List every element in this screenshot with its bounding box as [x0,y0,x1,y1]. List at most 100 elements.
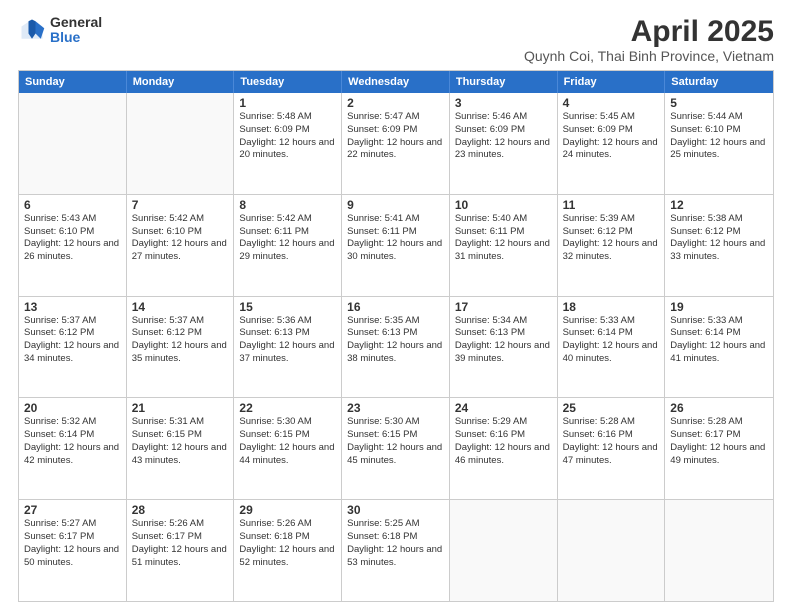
calendar-cell: 5Sunrise: 5:44 AM Sunset: 6:10 PM Daylig… [665,93,773,194]
calendar-cell: 11Sunrise: 5:39 AM Sunset: 6:12 PM Dayli… [558,195,666,296]
header: General Blue April 2025 Quynh Coi, Thai … [18,15,774,64]
day-number: 2 [347,96,444,110]
calendar-cell: 13Sunrise: 5:37 AM Sunset: 6:12 PM Dayli… [19,297,127,398]
day-number: 7 [132,198,229,212]
calendar-cell: 20Sunrise: 5:32 AM Sunset: 6:14 PM Dayli… [19,398,127,499]
cell-info: Sunrise: 5:45 AM Sunset: 6:09 PM Dayligh… [563,111,660,162]
day-number: 11 [563,198,660,212]
header-cell-sunday: Sunday [19,71,127,93]
day-number: 21 [132,401,229,415]
cell-info: Sunrise: 5:42 AM Sunset: 6:11 PM Dayligh… [239,213,336,264]
calendar-row: 6Sunrise: 5:43 AM Sunset: 6:10 PM Daylig… [19,194,773,296]
calendar-cell [19,93,127,194]
calendar-cell: 19Sunrise: 5:33 AM Sunset: 6:14 PM Dayli… [665,297,773,398]
calendar-cell: 4Sunrise: 5:45 AM Sunset: 6:09 PM Daylig… [558,93,666,194]
calendar-title: April 2025 [524,15,774,48]
calendar-cell: 2Sunrise: 5:47 AM Sunset: 6:09 PM Daylig… [342,93,450,194]
header-cell-tuesday: Tuesday [234,71,342,93]
calendar-row: 27Sunrise: 5:27 AM Sunset: 6:17 PM Dayli… [19,499,773,601]
calendar-row: 20Sunrise: 5:32 AM Sunset: 6:14 PM Dayli… [19,397,773,499]
calendar-cell: 23Sunrise: 5:30 AM Sunset: 6:15 PM Dayli… [342,398,450,499]
day-number: 10 [455,198,552,212]
day-number: 9 [347,198,444,212]
calendar-cell: 10Sunrise: 5:40 AM Sunset: 6:11 PM Dayli… [450,195,558,296]
calendar-cell: 21Sunrise: 5:31 AM Sunset: 6:15 PM Dayli… [127,398,235,499]
calendar-cell [450,500,558,601]
calendar-cell: 17Sunrise: 5:34 AM Sunset: 6:13 PM Dayli… [450,297,558,398]
calendar-cell [665,500,773,601]
calendar-cell: 24Sunrise: 5:29 AM Sunset: 6:16 PM Dayli… [450,398,558,499]
day-number: 23 [347,401,444,415]
cell-info: Sunrise: 5:35 AM Sunset: 6:13 PM Dayligh… [347,315,444,366]
cell-info: Sunrise: 5:28 AM Sunset: 6:17 PM Dayligh… [670,416,768,467]
page: General Blue April 2025 Quynh Coi, Thai … [0,0,792,612]
cell-info: Sunrise: 5:30 AM Sunset: 6:15 PM Dayligh… [239,416,336,467]
cell-info: Sunrise: 5:31 AM Sunset: 6:15 PM Dayligh… [132,416,229,467]
calendar-subtitle: Quynh Coi, Thai Binh Province, Vietnam [524,48,774,64]
cell-info: Sunrise: 5:36 AM Sunset: 6:13 PM Dayligh… [239,315,336,366]
day-number: 14 [132,300,229,314]
calendar-cell: 25Sunrise: 5:28 AM Sunset: 6:16 PM Dayli… [558,398,666,499]
cell-info: Sunrise: 5:33 AM Sunset: 6:14 PM Dayligh… [563,315,660,366]
logo-general-text: General [50,15,102,30]
day-number: 15 [239,300,336,314]
cell-info: Sunrise: 5:40 AM Sunset: 6:11 PM Dayligh… [455,213,552,264]
calendar-cell: 27Sunrise: 5:27 AM Sunset: 6:17 PM Dayli… [19,500,127,601]
calendar-cell: 3Sunrise: 5:46 AM Sunset: 6:09 PM Daylig… [450,93,558,194]
day-number: 28 [132,503,229,517]
header-cell-monday: Monday [127,71,235,93]
calendar-cell: 9Sunrise: 5:41 AM Sunset: 6:11 PM Daylig… [342,195,450,296]
day-number: 5 [670,96,768,110]
cell-info: Sunrise: 5:26 AM Sunset: 6:17 PM Dayligh… [132,518,229,569]
calendar-cell: 15Sunrise: 5:36 AM Sunset: 6:13 PM Dayli… [234,297,342,398]
day-number: 24 [455,401,552,415]
cell-info: Sunrise: 5:34 AM Sunset: 6:13 PM Dayligh… [455,315,552,366]
calendar-cell [127,93,235,194]
calendar-cell: 30Sunrise: 5:25 AM Sunset: 6:18 PM Dayli… [342,500,450,601]
header-cell-friday: Friday [558,71,666,93]
logo-text: General Blue [50,15,102,46]
logo-icon [18,16,46,44]
day-number: 18 [563,300,660,314]
cell-info: Sunrise: 5:27 AM Sunset: 6:17 PM Dayligh… [24,518,121,569]
calendar-row: 13Sunrise: 5:37 AM Sunset: 6:12 PM Dayli… [19,296,773,398]
day-number: 27 [24,503,121,517]
cell-info: Sunrise: 5:47 AM Sunset: 6:09 PM Dayligh… [347,111,444,162]
cell-info: Sunrise: 5:37 AM Sunset: 6:12 PM Dayligh… [24,315,121,366]
cell-info: Sunrise: 5:44 AM Sunset: 6:10 PM Dayligh… [670,111,768,162]
calendar-cell: 26Sunrise: 5:28 AM Sunset: 6:17 PM Dayli… [665,398,773,499]
cell-info: Sunrise: 5:42 AM Sunset: 6:10 PM Dayligh… [132,213,229,264]
calendar-cell: 16Sunrise: 5:35 AM Sunset: 6:13 PM Dayli… [342,297,450,398]
title-block: April 2025 Quynh Coi, Thai Binh Province… [524,15,774,64]
calendar-cell: 8Sunrise: 5:42 AM Sunset: 6:11 PM Daylig… [234,195,342,296]
calendar-cell: 7Sunrise: 5:42 AM Sunset: 6:10 PM Daylig… [127,195,235,296]
calendar-cell: 12Sunrise: 5:38 AM Sunset: 6:12 PM Dayli… [665,195,773,296]
calendar-cell: 14Sunrise: 5:37 AM Sunset: 6:12 PM Dayli… [127,297,235,398]
calendar-cell: 18Sunrise: 5:33 AM Sunset: 6:14 PM Dayli… [558,297,666,398]
day-number: 4 [563,96,660,110]
header-cell-saturday: Saturday [665,71,773,93]
cell-info: Sunrise: 5:43 AM Sunset: 6:10 PM Dayligh… [24,213,121,264]
day-number: 19 [670,300,768,314]
day-number: 26 [670,401,768,415]
day-number: 30 [347,503,444,517]
cell-info: Sunrise: 5:48 AM Sunset: 6:09 PM Dayligh… [239,111,336,162]
day-number: 20 [24,401,121,415]
header-cell-thursday: Thursday [450,71,558,93]
day-number: 16 [347,300,444,314]
cell-info: Sunrise: 5:30 AM Sunset: 6:15 PM Dayligh… [347,416,444,467]
cell-info: Sunrise: 5:46 AM Sunset: 6:09 PM Dayligh… [455,111,552,162]
calendar-row: 1Sunrise: 5:48 AM Sunset: 6:09 PM Daylig… [19,93,773,194]
day-number: 22 [239,401,336,415]
day-number: 17 [455,300,552,314]
header-cell-wednesday: Wednesday [342,71,450,93]
cell-info: Sunrise: 5:33 AM Sunset: 6:14 PM Dayligh… [670,315,768,366]
calendar-cell: 29Sunrise: 5:26 AM Sunset: 6:18 PM Dayli… [234,500,342,601]
day-number: 1 [239,96,336,110]
cell-info: Sunrise: 5:37 AM Sunset: 6:12 PM Dayligh… [132,315,229,366]
day-number: 13 [24,300,121,314]
calendar-cell: 6Sunrise: 5:43 AM Sunset: 6:10 PM Daylig… [19,195,127,296]
calendar-cell: 1Sunrise: 5:48 AM Sunset: 6:09 PM Daylig… [234,93,342,194]
day-number: 29 [239,503,336,517]
calendar-cell: 22Sunrise: 5:30 AM Sunset: 6:15 PM Dayli… [234,398,342,499]
